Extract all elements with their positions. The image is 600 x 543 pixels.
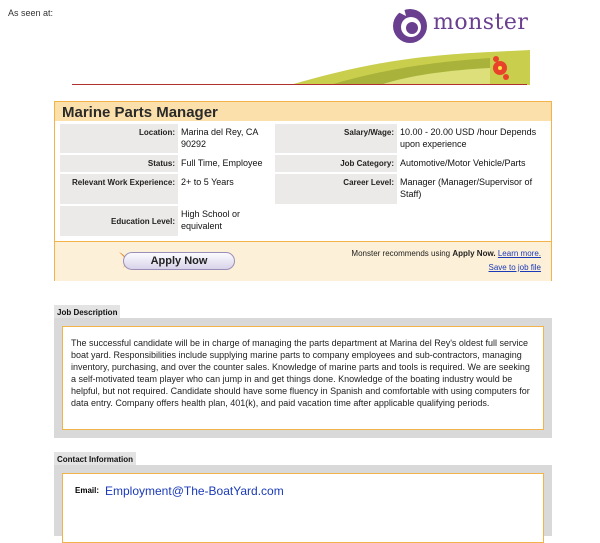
learn-more-link[interactable]: Learn more. — [498, 249, 541, 258]
salary-value: 10.00 - 20.00 USD /hour Depends upon exp… — [400, 127, 537, 149]
contact-inner: Email: Employment@The-BoatYard.com — [62, 473, 544, 543]
header-divider — [72, 84, 527, 85]
status-label: Status: — [60, 155, 178, 172]
career-level-label: Career Level: — [275, 174, 397, 204]
save-to-job-file-link[interactable]: Save to job file — [489, 263, 541, 272]
job-description-text: The successful candidate will be in char… — [62, 326, 544, 430]
detail-row: Education Level: High School or equivale… — [60, 206, 548, 236]
job-category-label: Job Category: — [275, 155, 397, 172]
email-link[interactable]: Employment@The-BoatYard.com — [105, 484, 284, 498]
experience-label: Relevant Work Experience: — [60, 174, 178, 204]
detail-row: Location: Marina del Rey, CA 90292 Salar… — [60, 124, 548, 153]
monster-logo-icon — [393, 8, 427, 43]
detail-row: Status: Full Time, Employee Job Category… — [60, 155, 548, 172]
education-label: Education Level: — [60, 206, 178, 236]
recommend-bold: Apply Now. — [452, 249, 496, 258]
detail-row: Relevant Work Experience: 2+ to 5 Years … — [60, 174, 548, 204]
job-summary-card: Marine Parts Manager Location: Marina de… — [54, 101, 552, 281]
career-level-value: Manager (Manager/Supervisor of Staff) — [400, 177, 533, 199]
apply-now-button[interactable]: Apply Now — [123, 252, 235, 270]
brand-name: monster — [433, 10, 529, 35]
contact-information-tab: Contact Information — [54, 452, 136, 466]
job-description-tab: Job Description — [54, 305, 121, 319]
location-label: Location: — [60, 124, 178, 153]
as-seen-at-label: As seen at: — [8, 8, 54, 18]
education-value: High School or equivalent — [181, 209, 241, 231]
monster-logo[interactable]: monster — [390, 6, 540, 46]
job-category-value: Automotive/Motor Vehicle/Parts — [400, 158, 526, 168]
recommend-prefix: Monster recommends using — [351, 249, 451, 258]
location-value: Marina del Rey, CA 90292 — [181, 127, 258, 149]
decorative-banner-graphic — [290, 50, 530, 85]
job-title: Marine Parts Manager — [62, 104, 218, 121]
job-details-grid: Location: Marina del Rey, CA 90292 Salar… — [60, 124, 548, 236]
apply-section: Apply Now Monster recommends using Apply… — [55, 241, 551, 281]
experience-value: 2+ to 5 Years — [181, 177, 234, 187]
job-description-section: The successful candidate will be in char… — [54, 318, 552, 438]
job-title-bar: Marine Parts Manager — [55, 102, 551, 121]
salary-label: Salary/Wage: — [275, 124, 397, 153]
status-value: Full Time, Employee — [181, 158, 263, 168]
contact-information-section: Email: Employment@The-BoatYard.com — [54, 465, 552, 543]
email-label: Email: — [75, 486, 100, 495]
recommend-text: Monster recommends using Apply Now. Lear… — [351, 249, 541, 258]
